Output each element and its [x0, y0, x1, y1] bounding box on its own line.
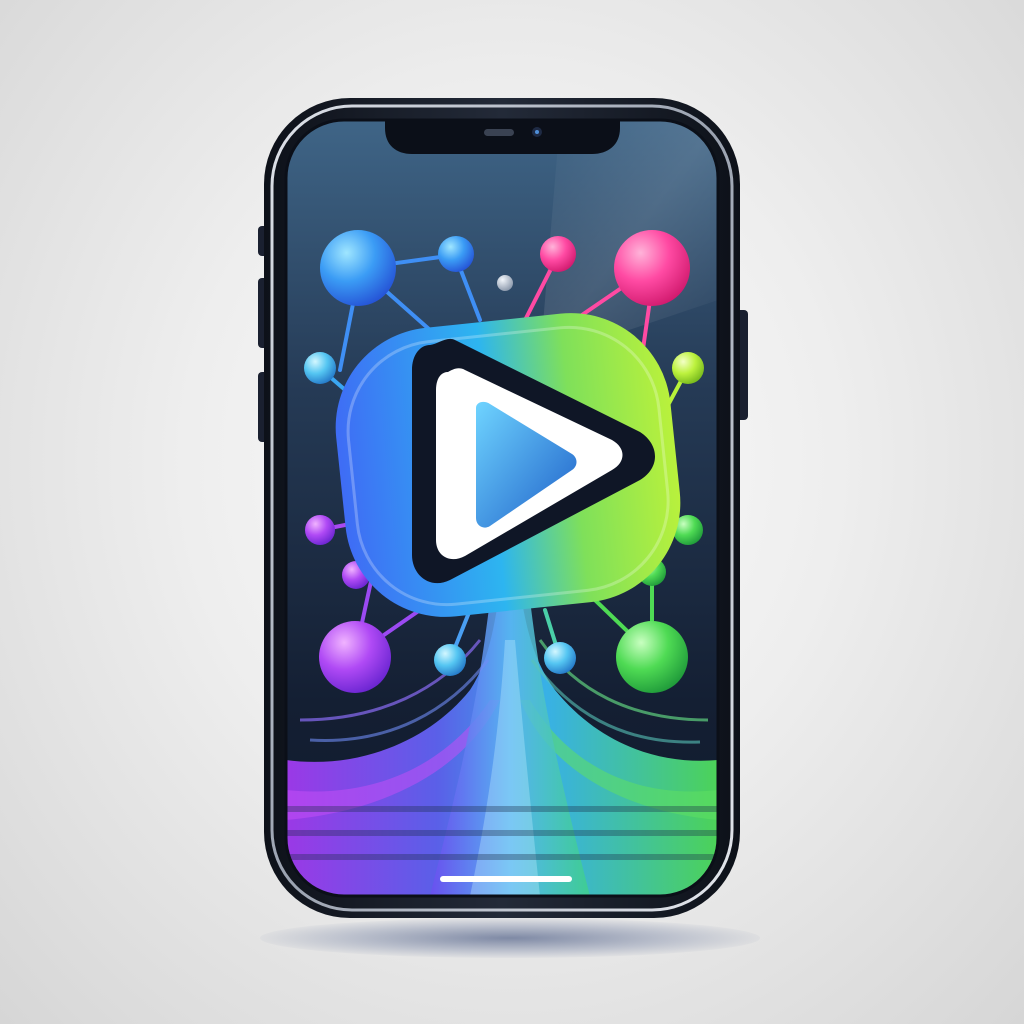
- home-indicator: [440, 876, 572, 882]
- notch: [385, 120, 620, 154]
- phone-screen: [286, 120, 718, 896]
- speaker-icon: [484, 129, 514, 136]
- illustration-scene: [0, 0, 1024, 1024]
- smartphone-illustration: [258, 98, 748, 918]
